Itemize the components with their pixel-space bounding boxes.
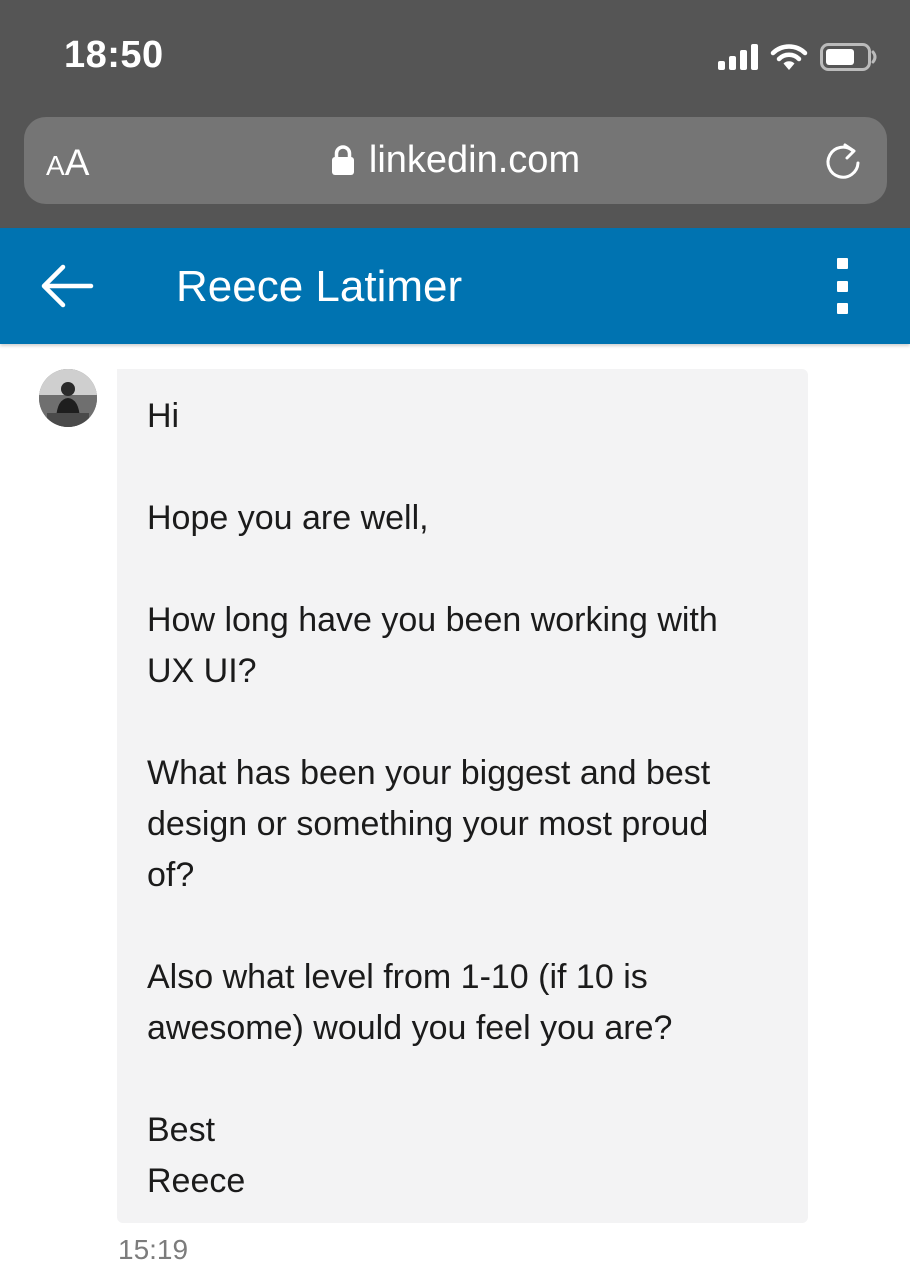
message-line: Best: [147, 1111, 216, 1149]
message-bubble: Hi Hope you are well, How long have you …: [117, 369, 808, 1223]
message-line: of?: [147, 856, 195, 894]
wifi-icon: [770, 44, 808, 70]
battery-icon: [820, 43, 877, 71]
message-line: [147, 901, 778, 952]
address-bar[interactable]: A A linkedin.com: [24, 117, 887, 204]
more-vertical-icon[interactable]: [822, 258, 862, 314]
status-icons: [718, 40, 878, 74]
reload-icon[interactable]: [821, 139, 865, 183]
message-line: UX UI?: [147, 652, 257, 690]
arrow-left-icon[interactable]: [36, 260, 96, 312]
avatar[interactable]: [39, 369, 97, 427]
lock-icon: [331, 145, 354, 175]
url-text: linkedin.com: [368, 138, 581, 181]
status-time: 18:50: [64, 34, 164, 76]
message-line: [147, 1054, 778, 1105]
message-line: [147, 544, 778, 595]
avatar-image: [39, 369, 97, 427]
message-line: [147, 697, 778, 748]
url-display[interactable]: linkedin.com: [24, 135, 887, 185]
browser-chrome: 18:50 A A linkedin.com: [0, 0, 910, 228]
conversation-title[interactable]: Reece Latimer: [176, 260, 462, 314]
message-line: [147, 442, 778, 493]
message-timestamp: 15:19: [118, 1234, 189, 1265]
status-bar: 18:50: [0, 0, 910, 110]
message-line: What has been your biggest and best: [147, 754, 711, 792]
message-line: awesome) would you feel you are?: [147, 1009, 673, 1047]
message-line: How long have you been working with: [147, 601, 718, 639]
message-line: Hope you are well,: [147, 499, 429, 537]
message-line: design or something your most proud: [147, 805, 709, 843]
message-line: Also what level from 1-10 (if 10 is: [147, 958, 648, 996]
cellular-signal-icon: [718, 44, 758, 70]
conversation-header: Reece Latimer: [0, 228, 910, 344]
message-line: Hi: [147, 397, 180, 435]
message-line: Reece: [147, 1162, 246, 1200]
